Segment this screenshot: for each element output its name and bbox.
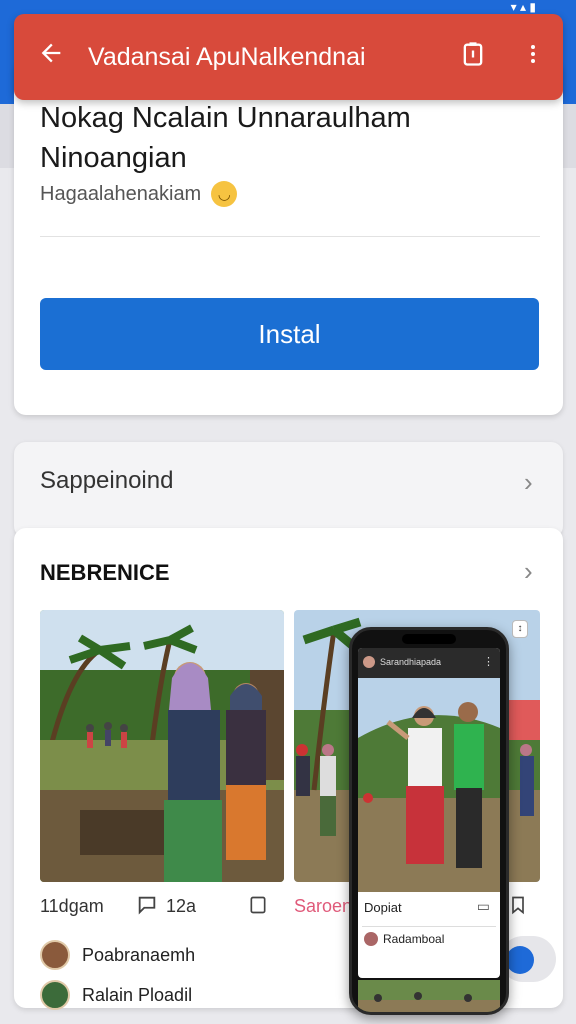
author-link[interactable]: Saroen [294, 896, 352, 917]
avatar [363, 656, 375, 668]
market-photo[interactable] [40, 610, 284, 882]
status-icons: ▾ ▴ ▮ [510, 0, 536, 14]
post-count: 11dgam [40, 896, 104, 916]
phone-user: Radamboal [364, 932, 444, 946]
comment-item[interactable]: Poabranaemh [40, 940, 195, 970]
chevron-right-icon[interactable]: › [524, 556, 533, 587]
phone-screen: Sarandhiapada ⋮ Dopiat ▭ Radamboal [358, 648, 500, 978]
toggle-knob[interactable] [506, 946, 534, 974]
phone-photo [358, 678, 500, 892]
arrow-left-icon[interactable] [14, 39, 88, 75]
phone-bottom-photo [358, 980, 500, 1012]
bookmark-icon[interactable] [508, 894, 528, 922]
phone-preview: Sarandhiapada ⋮ Dopiat ▭ Radamboal [349, 627, 509, 1015]
phone-notch [402, 634, 456, 644]
app-bar: Vadansai ApuNalkendnai [14, 14, 563, 100]
avatar [364, 932, 378, 946]
support-label: Sappeinoind [40, 467, 174, 494]
phone-caption: Dopiat [364, 900, 402, 915]
app-name-line2: Ninoangian [40, 142, 187, 174]
avatar [40, 980, 70, 1010]
avatar [40, 940, 70, 970]
chevron-right-icon[interactable]: › [524, 467, 533, 498]
phone-device-icon[interactable] [443, 40, 503, 75]
section-title: NEBRENICE [40, 560, 170, 585]
divider [362, 926, 496, 927]
bookmark-icon[interactable]: ▭ [477, 898, 490, 915]
comment-item[interactable]: Ralain Ploadil [40, 980, 192, 1010]
phone-user-name: Radamboal [383, 932, 445, 946]
expand-icon[interactable]: ↕ [512, 620, 528, 638]
app-name-line1: Nokag Ncalain Unnaraulham [40, 102, 411, 134]
install-button[interactable]: Instal [40, 298, 539, 370]
comment-author: Ralain Ploadil [82, 984, 193, 1005]
smirk-emoji-icon: ◡ [211, 181, 238, 207]
comment-author: Poabranaemh [82, 944, 196, 965]
more-vert-icon[interactable]: ⋮ [483, 655, 494, 668]
divider [40, 236, 540, 237]
app-bar-title: Vadansai ApuNalkendnai [88, 42, 366, 71]
app-name: Nokag Ncalain Unnaraulham Ninoangian [40, 98, 540, 178]
comment-icon[interactable] [136, 894, 158, 922]
more-vert-icon[interactable] [503, 40, 563, 75]
bookmark-icon[interactable] [248, 894, 268, 922]
phone-app-title: Sarandhiapada [380, 657, 442, 667]
app-subtitle-text: Hagaalahenakiam [40, 182, 202, 205]
phone-app-bar: Sarandhiapada ⋮ [358, 648, 500, 678]
app-subtitle: Hagaalahenakiam ◡ [40, 181, 238, 207]
likes-count: 12a [166, 896, 197, 916]
